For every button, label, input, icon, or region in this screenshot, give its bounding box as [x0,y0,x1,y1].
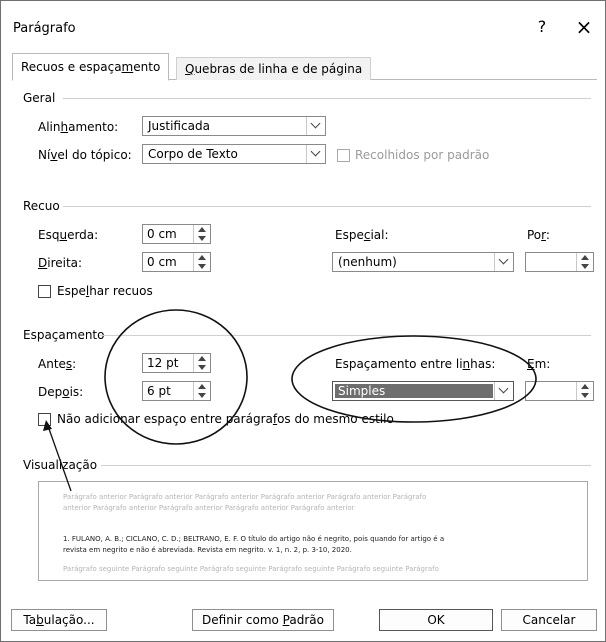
annotation-circle-spacing [104,309,248,445]
annotation-circle-line-spacing [291,335,537,423]
paragraph-dialog: Parágrafo ? × Recuos e espaçamento Quebr… [0,0,606,642]
annotation-arrow-head [43,420,52,431]
annotation-overlay [43,309,537,492]
annotation-arrow-line [47,425,72,492]
